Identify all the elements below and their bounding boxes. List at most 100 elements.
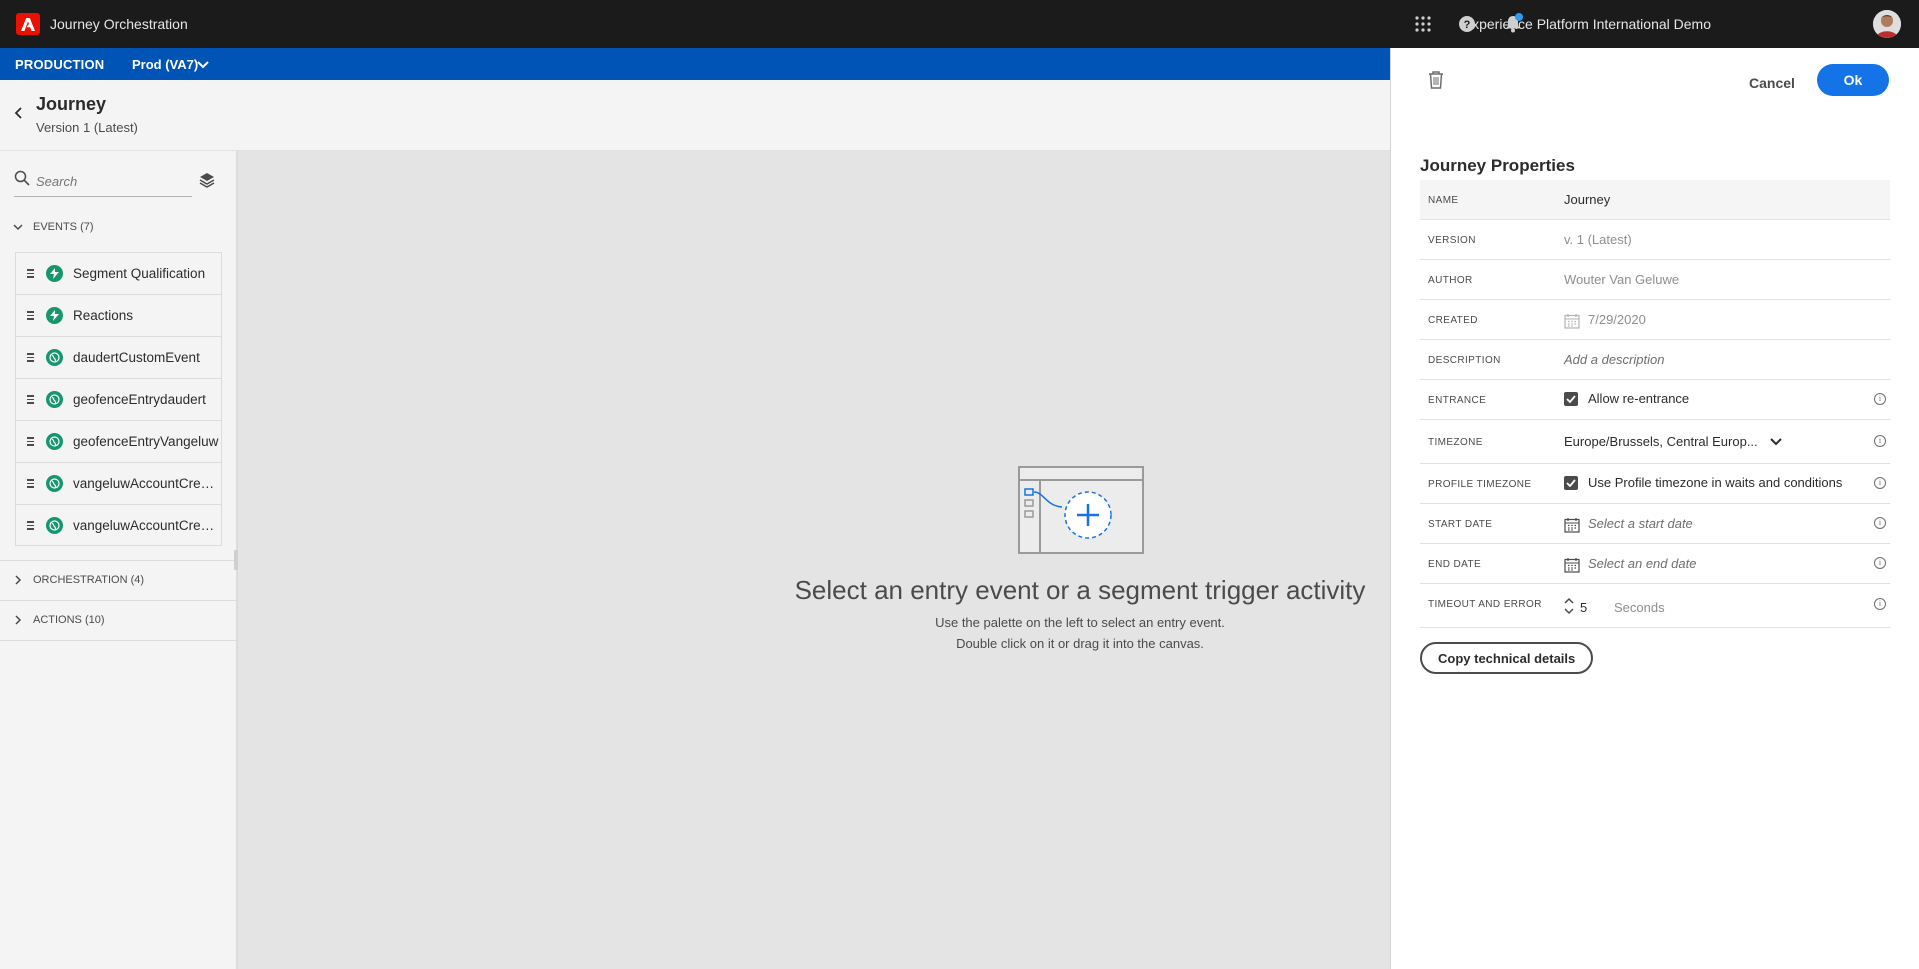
property-key: VERSION: [1428, 235, 1476, 246]
timeout-unit: Seconds: [1614, 600, 1665, 615]
empty-canvas-hint: Double click on it or drag it into the c…: [956, 636, 1204, 651]
palette-search[interactable]: [14, 167, 192, 197]
info-icon[interactable]: i: [1874, 435, 1886, 447]
drag-handle-icon[interactable]: [27, 479, 35, 488]
property-row-end-date: END DATE Select an end date i: [1420, 544, 1890, 584]
chevron-right-icon: [15, 575, 22, 585]
info-icon[interactable]: i: [1874, 517, 1886, 529]
property-key: TIMEOUT AND ERROR: [1428, 599, 1542, 610]
cancel-button[interactable]: Cancel: [1735, 67, 1809, 99]
property-key: CREATED: [1428, 315, 1478, 326]
list-item[interactable]: Reactions: [15, 294, 222, 336]
property-key: TIMEZONE: [1428, 437, 1483, 448]
divider: [0, 640, 236, 641]
event-label: Segment Qualification: [73, 266, 206, 281]
timezone-picker[interactable]: Europe/Brussels, Central Europ...: [1564, 434, 1758, 449]
property-row-name: NAME Journey: [1420, 180, 1890, 220]
journey-canvas[interactable]: [240, 151, 1390, 969]
property-row-timezone: TIMEZONE Europe/Brussels, Central Europ.…: [1420, 420, 1890, 464]
sandbox-switcher[interactable]: Prod (VA7): [132, 57, 198, 72]
app-title[interactable]: Journey Orchestration: [50, 16, 188, 32]
drag-handle-icon[interactable]: [27, 269, 35, 278]
start-date-picker[interactable]: Select a start date: [1564, 516, 1693, 533]
drag-handle-icon[interactable]: [27, 353, 35, 362]
svg-text:?: ?: [1464, 19, 1471, 31]
globe-icon: [46, 391, 63, 408]
property-row-description: DESCRIPTION Add a description: [1420, 340, 1890, 380]
layers-icon[interactable]: [198, 171, 216, 189]
chevron-right-icon: [15, 615, 22, 625]
end-date-picker[interactable]: Select an end date: [1564, 556, 1696, 573]
stepper-arrows-icon[interactable]: [1564, 596, 1574, 616]
orchestration-section-label: ORCHESTRATION (4): [33, 574, 145, 586]
copy-technical-details-button[interactable]: Copy technical details: [1420, 642, 1594, 674]
created-date: 7/29/2020: [1588, 312, 1646, 327]
orchestration-section-header[interactable]: ORCHESTRATION (4): [0, 561, 236, 601]
list-item[interactable]: geofenceEntrydaudert: [15, 378, 222, 420]
info-icon[interactable]: i: [1874, 557, 1886, 569]
events-section-header[interactable]: EVENTS (7): [0, 208, 236, 248]
event-label: daudertCustomEvent: [73, 350, 200, 365]
notification-badge: [1515, 13, 1523, 21]
list-item[interactable]: geofenceEntryVangeluw: [15, 420, 222, 462]
calendar-icon: [1564, 313, 1580, 329]
name-field[interactable]: Journey: [1564, 192, 1610, 207]
info-icon[interactable]: i: [1874, 477, 1886, 489]
property-key: END DATE: [1428, 559, 1482, 570]
event-label: Reactions: [73, 308, 134, 323]
property-row-profile-timezone: PROFILE TIMEZONE Use Profile timezone in…: [1420, 464, 1890, 504]
help-icon[interactable]: ?: [1455, 12, 1479, 36]
list-item[interactable]: daudertCustomEvent: [15, 336, 222, 378]
re-entrance-checkbox[interactable]: [1564, 392, 1578, 406]
property-key: START DATE: [1428, 519, 1493, 530]
chevron-down-icon[interactable]: [195, 56, 211, 72]
top-bar: Journey Orchestration Experience Platfor…: [0, 0, 1919, 48]
re-entrance-label[interactable]: Allow re-entrance: [1588, 391, 1689, 406]
globe-icon: [46, 517, 63, 534]
timeout-input[interactable]: 5: [1580, 600, 1587, 615]
environment-label: PRODUCTION: [15, 57, 105, 72]
events-section-label: EVENTS (7): [33, 221, 94, 233]
calendar-icon[interactable]: [1564, 557, 1580, 573]
drag-handle-icon[interactable]: [27, 311, 35, 320]
chevron-down-icon: [13, 224, 23, 231]
events-list: Segment Qualification Reactions daudertC…: [15, 252, 222, 546]
info-icon[interactable]: i: [1874, 598, 1886, 610]
globe-icon: [46, 349, 63, 366]
org-switcher[interactable]: Experience Platform International Demo: [1463, 16, 1711, 32]
bell-icon[interactable]: [1501, 12, 1525, 36]
chevron-down-icon[interactable]: [1770, 437, 1782, 447]
info-icon[interactable]: i: [1874, 393, 1886, 405]
drag-handle-icon[interactable]: [27, 521, 35, 530]
globe-icon: [46, 475, 63, 492]
palette-resize-handle[interactable]: [234, 550, 238, 570]
canvas-illustration-icon: [1018, 466, 1144, 554]
property-key: AUTHOR: [1428, 275, 1473, 286]
description-field[interactable]: Add a description: [1564, 352, 1664, 367]
property-row-start-date: START DATE Select a start date i: [1420, 504, 1890, 544]
back-arrow-icon[interactable]: [10, 104, 28, 122]
drag-handle-icon[interactable]: [27, 437, 35, 446]
journey-version: Version 1 (Latest): [36, 120, 138, 135]
apps-grid-icon[interactable]: [1411, 12, 1435, 36]
author-value: Wouter Van Geluwe: [1564, 272, 1680, 287]
drag-handle-icon[interactable]: [27, 395, 35, 404]
property-key: ENTRANCE: [1428, 395, 1487, 406]
list-item[interactable]: Segment Qualification: [15, 252, 222, 294]
empty-canvas-title: Select an entry event or a segment trigg…: [794, 575, 1366, 605]
properties-panel: Cancel Ok Journey Properties NAME Journe…: [1390, 48, 1919, 969]
calendar-icon[interactable]: [1564, 517, 1580, 533]
list-item[interactable]: vangeluwAccountCrea...: [15, 504, 222, 546]
search-input[interactable]: [36, 169, 186, 193]
trash-icon[interactable]: [1427, 70, 1445, 90]
event-label: geofenceEntryVangeluw: [73, 434, 219, 449]
list-item[interactable]: vangeluwAccountCrea...: [15, 462, 222, 504]
created-value: 7/29/2020: [1564, 312, 1646, 329]
adobe-logo-icon[interactable]: [16, 13, 40, 35]
actions-section-header[interactable]: ACTIONS (10): [0, 601, 236, 641]
profile-timezone-checkbox[interactable]: [1564, 476, 1578, 490]
version-value: v. 1 (Latest): [1564, 232, 1632, 247]
ok-button[interactable]: Ok: [1817, 64, 1889, 96]
avatar[interactable]: [1873, 10, 1901, 38]
profile-timezone-label[interactable]: Use Profile timezone in waits and condit…: [1588, 475, 1842, 490]
